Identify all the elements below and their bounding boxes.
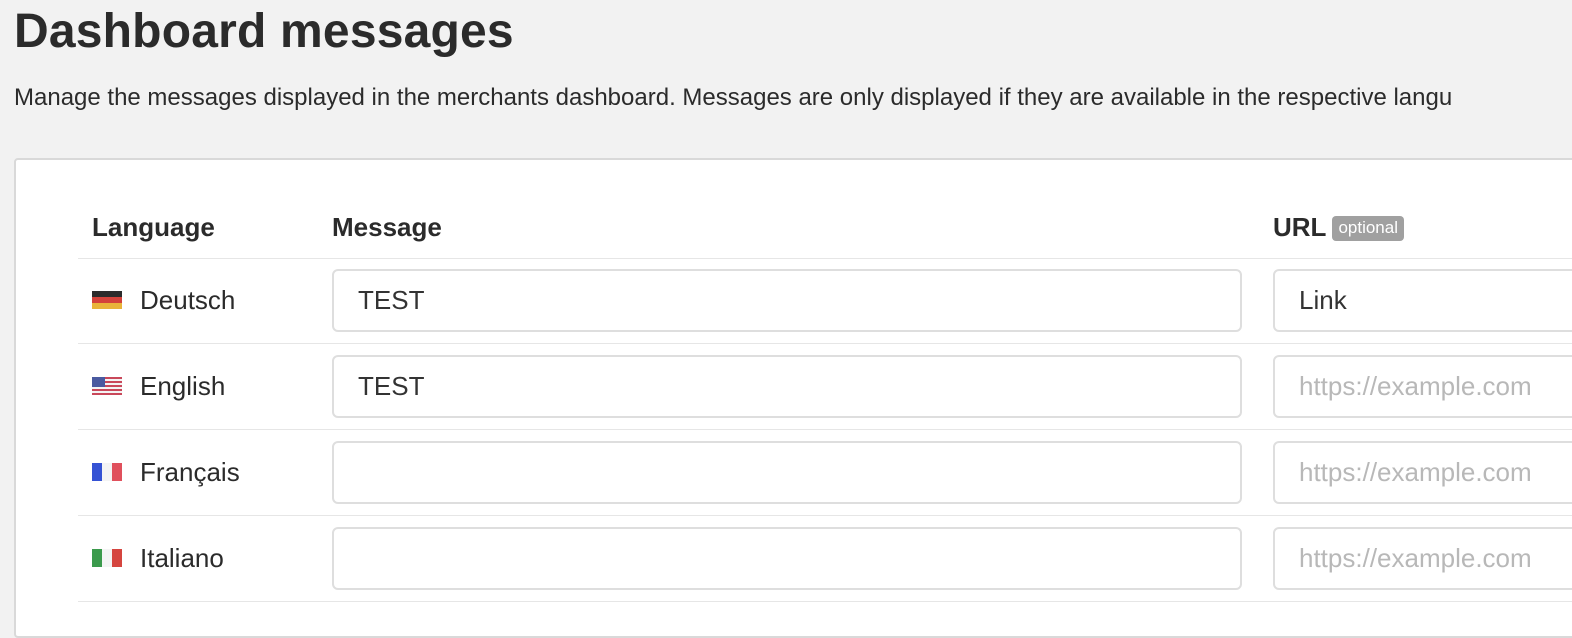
page-title: Dashboard messages: [14, 5, 514, 58]
table-header: Language Message URL optional: [78, 200, 1572, 259]
language-name: Français: [140, 457, 240, 487]
germany-flag-icon: [92, 291, 122, 309]
message-input-deutsch[interactable]: [332, 269, 1242, 332]
table-row-italiano: Italiano: [78, 516, 1572, 602]
france-flag-icon: [92, 463, 122, 481]
message-input-francais[interactable]: [332, 441, 1242, 504]
table-row-english: English: [78, 344, 1572, 430]
url-input-italiano[interactable]: [1273, 527, 1572, 590]
url-column-header: URL optional: [1273, 212, 1404, 243]
language-column-header: Language: [92, 212, 215, 242]
messages-card: Language Message URLoptional Deutsch Eng…: [14, 158, 1572, 638]
message-input-italiano[interactable]: [332, 527, 1242, 590]
url-input-deutsch[interactable]: [1273, 269, 1572, 332]
url-input-francais[interactable]: [1273, 441, 1572, 504]
italy-flag-icon: [92, 549, 122, 567]
page-description: Manage the messages displayed in the mer…: [14, 84, 1453, 111]
optional-badge: optional: [1332, 216, 1404, 241]
language-name: Deutsch: [140, 285, 236, 315]
table-row-deutsch: Deutsch: [78, 258, 1572, 344]
language-name: Italiano: [140, 543, 224, 573]
usa-flag-icon: [92, 377, 122, 395]
message-input-english[interactable]: [332, 355, 1242, 418]
url-header-label: URL: [1273, 212, 1327, 242]
message-column-header: Message: [332, 212, 442, 242]
table-row-francais: Français: [78, 430, 1572, 516]
url-input-english[interactable]: [1273, 355, 1572, 418]
language-name: English: [140, 371, 226, 401]
